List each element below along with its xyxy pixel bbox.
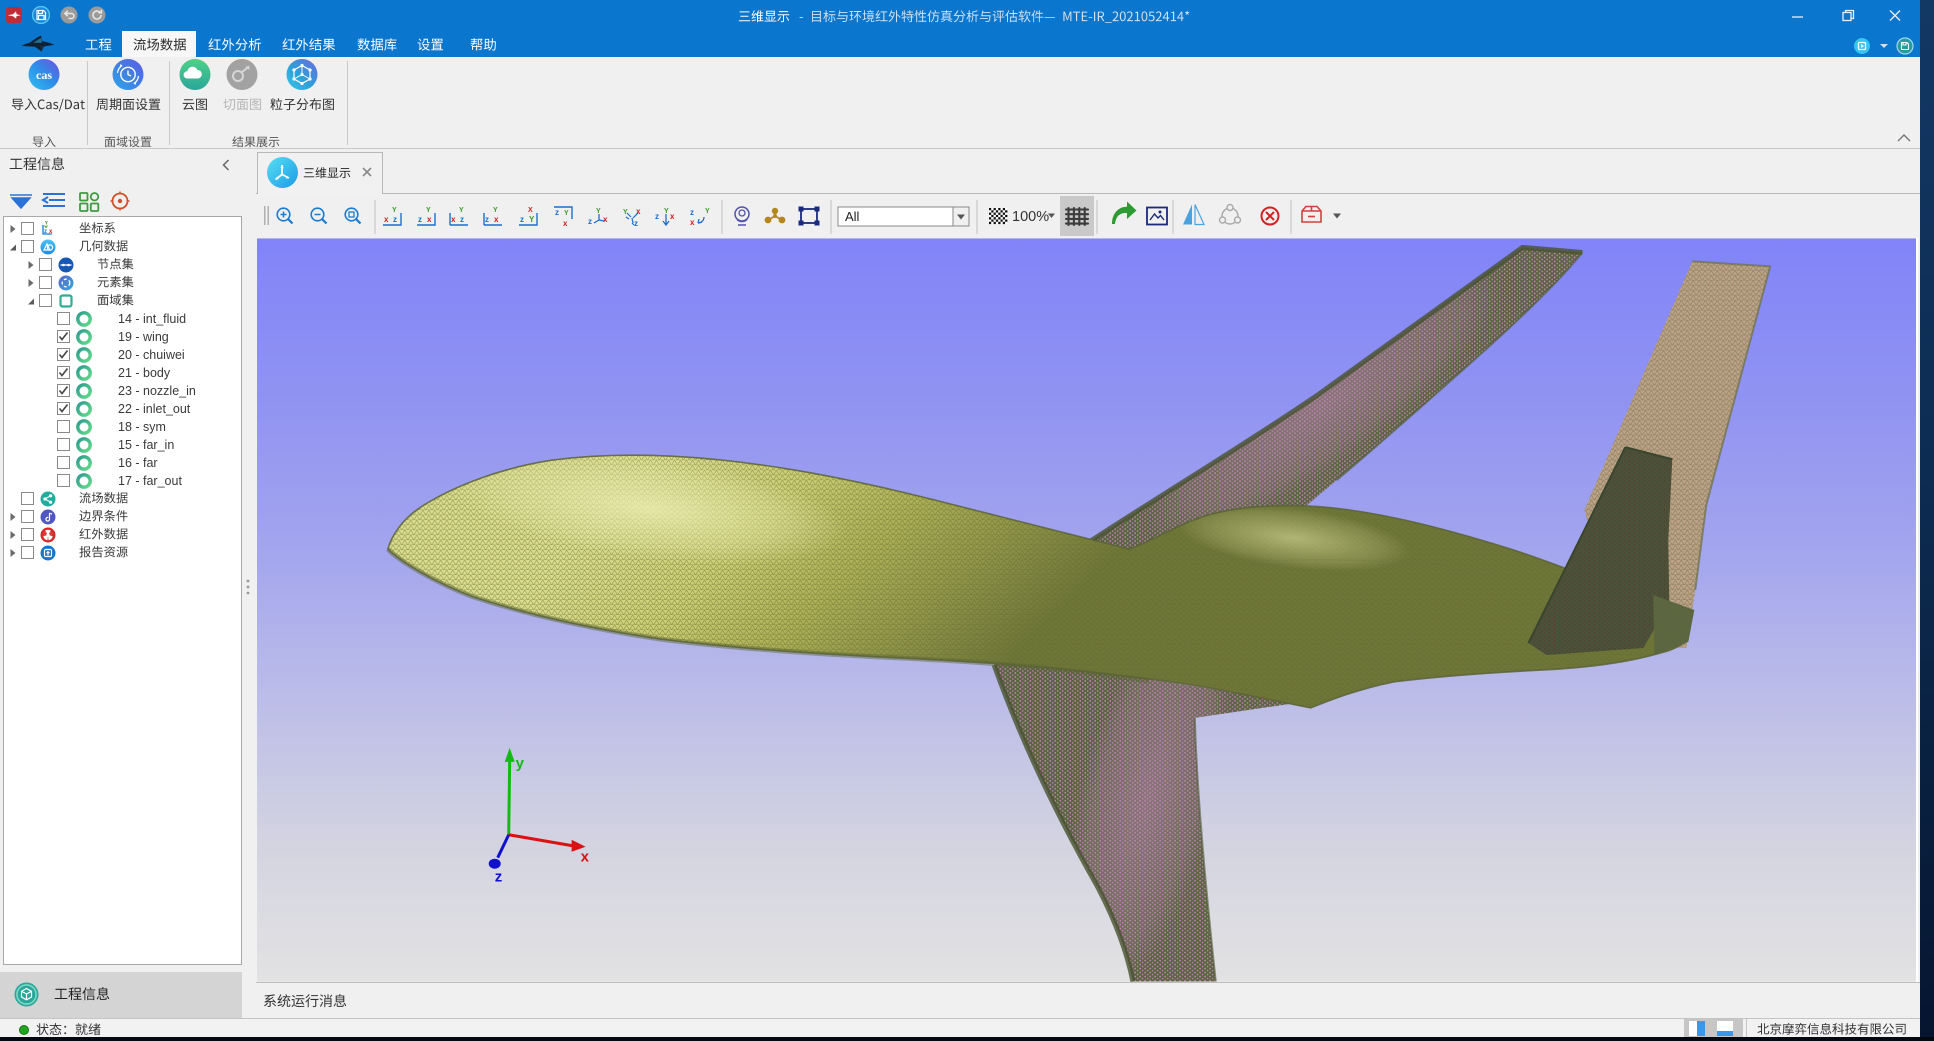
svg-text:z: z bbox=[655, 212, 659, 221]
svg-text:z: z bbox=[690, 208, 694, 217]
svg-text:z: z bbox=[44, 229, 47, 235]
svg-text:x: x bbox=[563, 219, 568, 228]
svg-text:z: z bbox=[460, 215, 464, 224]
svg-text:Y: Y bbox=[623, 209, 628, 216]
svg-text:Y: Y bbox=[664, 208, 669, 215]
svg-text:z: z bbox=[485, 215, 489, 224]
svg-text:x: x bbox=[384, 215, 389, 224]
svg-text:x: x bbox=[427, 215, 432, 224]
svg-text:X: X bbox=[528, 207, 533, 214]
svg-text:x: x bbox=[494, 215, 499, 224]
svg-text:x: x bbox=[603, 215, 608, 224]
svg-text:x: x bbox=[451, 215, 456, 224]
svg-text:Y: Y bbox=[596, 208, 601, 215]
svg-text:x: x bbox=[690, 218, 695, 227]
svg-text:y: y bbox=[516, 755, 525, 772]
svg-text:z: z bbox=[520, 215, 524, 224]
svg-text:z: z bbox=[588, 217, 592, 226]
svg-text:100%: 100% bbox=[1012, 209, 1049, 225]
svg-text:All: All bbox=[845, 209, 860, 224]
svg-text:Y: Y bbox=[459, 207, 464, 214]
svg-text:x: x bbox=[581, 849, 590, 866]
svg-text:z: z bbox=[393, 215, 397, 224]
svg-text:x: x bbox=[49, 229, 53, 235]
svg-text:Y: Y bbox=[426, 207, 431, 214]
svg-text:Y: Y bbox=[564, 210, 569, 217]
svg-text:Y: Y bbox=[529, 215, 535, 224]
svg-text:z: z bbox=[634, 219, 638, 228]
svg-text:Y: Y bbox=[392, 207, 397, 214]
svg-text:z: z bbox=[495, 869, 502, 886]
svg-text:Y: Y bbox=[493, 207, 498, 214]
svg-text:x: x bbox=[670, 212, 675, 221]
svg-text:Y: Y bbox=[705, 208, 710, 215]
svg-text:z: z bbox=[555, 208, 559, 217]
svg-text:cas: cas bbox=[36, 68, 52, 82]
svg-text:z: z bbox=[418, 215, 422, 224]
